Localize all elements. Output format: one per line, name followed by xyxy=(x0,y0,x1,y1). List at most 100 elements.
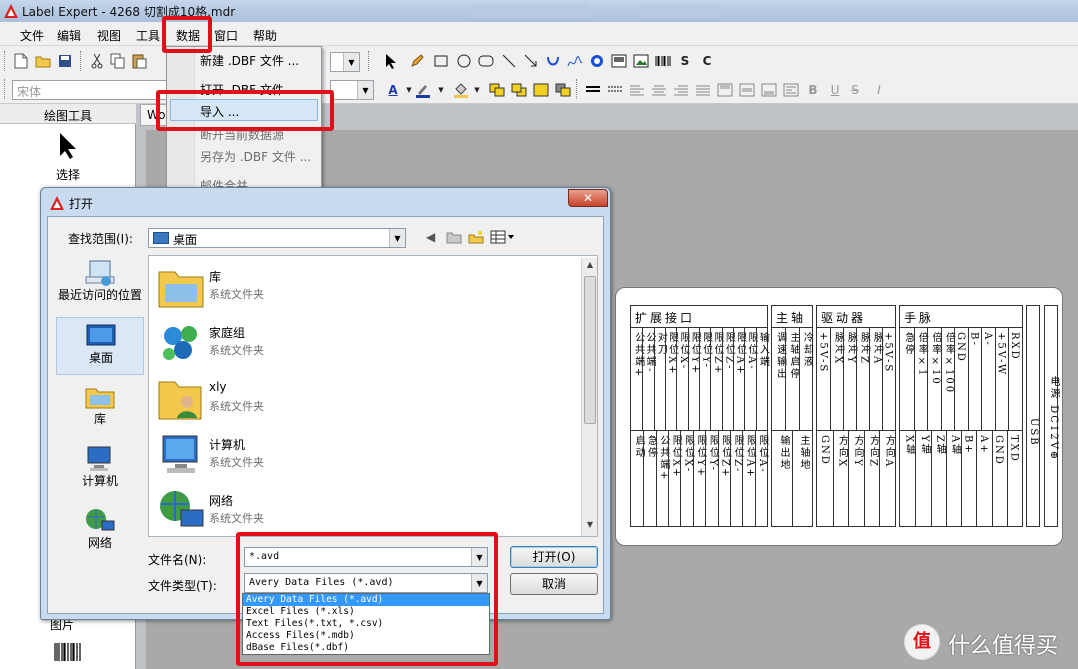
font-name-combo[interactable]: 宋体 xyxy=(12,80,174,100)
image-icon[interactable] xyxy=(610,52,628,70)
menu-window[interactable]: 窗口 xyxy=(214,27,238,44)
back-arrow-icon[interactable]: ◀ xyxy=(426,230,442,246)
chevron-down-icon[interactable]: ▼ xyxy=(389,229,405,247)
picture-icon[interactable] xyxy=(632,52,650,70)
rectangle-icon[interactable] xyxy=(432,52,450,70)
label-divider xyxy=(817,430,895,431)
arrow-icon[interactable] xyxy=(522,52,540,70)
file-name: 网络 xyxy=(209,494,234,508)
align-justify-icon[interactable] xyxy=(694,81,712,99)
new-document-icon[interactable] xyxy=(12,52,30,70)
align-right-icon[interactable] xyxy=(672,81,690,99)
open-folder-icon[interactable] xyxy=(34,52,52,70)
place-network[interactable]: 网络 xyxy=(56,503,144,561)
ellipse-icon[interactable] xyxy=(455,52,473,70)
new-folder-icon[interactable] xyxy=(468,230,484,246)
open-button[interactable]: 打开(O) xyxy=(510,546,598,568)
place-computer[interactable]: 计算机 xyxy=(56,441,144,499)
label-divider xyxy=(631,430,767,431)
homegroup-icon xyxy=(163,326,197,360)
freehand-icon[interactable] xyxy=(566,52,584,70)
font-size-combo[interactable]: ▼ xyxy=(330,80,374,100)
cancel-button[interactable]: 取消 xyxy=(510,573,598,595)
menu-help[interactable]: 帮助 xyxy=(253,27,277,44)
list-item[interactable]: 网络 系统文件夹 xyxy=(153,482,573,538)
label-pin-text: GND xyxy=(818,435,830,466)
label-pin-text: B- xyxy=(968,332,980,347)
menu-item-new-dbf[interactable]: 新建 .DBF 文件 ... xyxy=(200,52,299,69)
menu-edit[interactable]: 编辑 xyxy=(57,27,81,44)
copy-icon[interactable] xyxy=(109,52,127,70)
chevron-down-icon[interactable]: ▼ xyxy=(357,81,373,99)
place-label: 计算机 xyxy=(81,474,118,488)
place-desktop[interactable]: 桌面 xyxy=(56,317,144,375)
bold-button[interactable]: B xyxy=(804,81,822,99)
paste-icon[interactable] xyxy=(130,52,148,70)
label-pin-text: 限位A- xyxy=(756,435,768,474)
line-color-icon[interactable] xyxy=(414,81,432,99)
toolbar-grip[interactable] xyxy=(4,79,7,99)
pointer-icon[interactable] xyxy=(382,52,400,70)
view-menu-icon[interactable] xyxy=(490,230,518,246)
word-wrap-icon[interactable] xyxy=(782,81,800,99)
file-type: 系统文件夹 xyxy=(209,456,264,469)
chevron-down-icon[interactable]: ▼ xyxy=(343,53,359,71)
menu-file[interactable]: 文件 xyxy=(20,27,44,44)
label-group-driver: 驱动器 +5V-S 脉冲X 脉冲Y 脉冲Z 脉冲A +5V-S GND 方向X 方向Y 方向Z 方向… xyxy=(816,305,896,527)
circle-arrow-icon[interactable] xyxy=(588,52,606,70)
chevron-down-icon[interactable]: ▼ xyxy=(468,81,486,99)
align-center-icon[interactable] xyxy=(650,81,668,99)
barcode-icon[interactable] xyxy=(54,642,82,662)
align-left-icon[interactable] xyxy=(628,81,646,99)
cut-icon[interactable] xyxy=(88,52,106,70)
scrollbar-thumb[interactable] xyxy=(584,276,596,424)
label-pin-text: 方向X xyxy=(836,435,848,469)
window-title-blur xyxy=(470,4,590,18)
curve-icon[interactable] xyxy=(544,52,562,70)
bring-front-icon[interactable] xyxy=(488,81,506,99)
ungroup-icon[interactable] xyxy=(554,81,572,99)
symbol-s-button[interactable]: S xyxy=(676,52,694,70)
send-back-icon[interactable] xyxy=(510,81,528,99)
italic-button[interactable]: I xyxy=(870,81,888,99)
file-name: xly xyxy=(209,380,227,394)
line-icon[interactable] xyxy=(500,52,518,70)
list-item[interactable]: 计算机 系统文件夹 xyxy=(153,426,573,482)
pointer-icon xyxy=(60,133,76,159)
save-icon[interactable] xyxy=(56,52,74,70)
list-item[interactable]: xly 系统文件夹 xyxy=(153,370,573,426)
place-libraries[interactable]: 库 xyxy=(56,379,144,437)
zoom-combo[interactable]: ▼ xyxy=(330,52,360,72)
drawing-tools-header: 绘图工具 xyxy=(0,104,136,124)
pencil-icon[interactable] xyxy=(408,52,426,70)
up-folder-icon[interactable] xyxy=(446,230,462,246)
barcode-icon[interactable] xyxy=(654,52,672,70)
list-item[interactable]: 库 系统文件夹 xyxy=(153,258,573,314)
scroll-up-icon[interactable]: ▲ xyxy=(582,260,598,276)
vertical-scrollbar[interactable]: ▲ ▼ xyxy=(581,258,597,536)
line-dash-icon[interactable] xyxy=(606,81,624,99)
menu-item-save-as-dbf[interactable]: 另存为 .DBF 文件 ... xyxy=(200,148,311,165)
select-tool-button[interactable]: 选择 xyxy=(42,132,94,186)
scroll-down-icon[interactable]: ▼ xyxy=(582,520,598,536)
toolbar-grip[interactable] xyxy=(368,51,371,71)
menu-tools[interactable]: 工具 xyxy=(136,27,160,44)
place-recent[interactable]: 最近访问的位置 xyxy=(56,255,144,313)
strikethrough-button[interactable]: S xyxy=(846,81,864,99)
toolbar-grip[interactable] xyxy=(4,51,7,71)
valign-bottom-icon[interactable] xyxy=(760,81,778,99)
underline-button[interactable]: U xyxy=(826,81,844,99)
line-thick-icon[interactable] xyxy=(584,81,602,99)
file-list[interactable]: 库 系统文件夹 家庭组 系统文件夹 xly 系统文件夹 计算机 系统文件夹 网络 xyxy=(148,255,598,537)
menu-view[interactable]: 视图 xyxy=(97,27,121,44)
symbol-c-button[interactable]: C xyxy=(698,52,716,70)
label-canvas[interactable]: 扩展接口 公共端+ 公共端- 对刀 限位X+ 限位X- 限位Y+ 限位Y- 限位Z+ 限位Z- 限… xyxy=(615,287,1063,546)
group-icon[interactable] xyxy=(532,81,550,99)
valign-middle-icon[interactable] xyxy=(738,81,756,99)
look-in-combo[interactable]: 桌面 ▼ xyxy=(148,228,406,248)
valign-top-icon[interactable] xyxy=(716,81,734,99)
rounded-rect-icon[interactable] xyxy=(477,52,495,70)
close-icon[interactable]: ✕ xyxy=(568,189,608,207)
list-item[interactable]: 家庭组 系统文件夹 xyxy=(153,314,573,370)
chevron-down-icon[interactable]: ▼ xyxy=(432,81,450,99)
